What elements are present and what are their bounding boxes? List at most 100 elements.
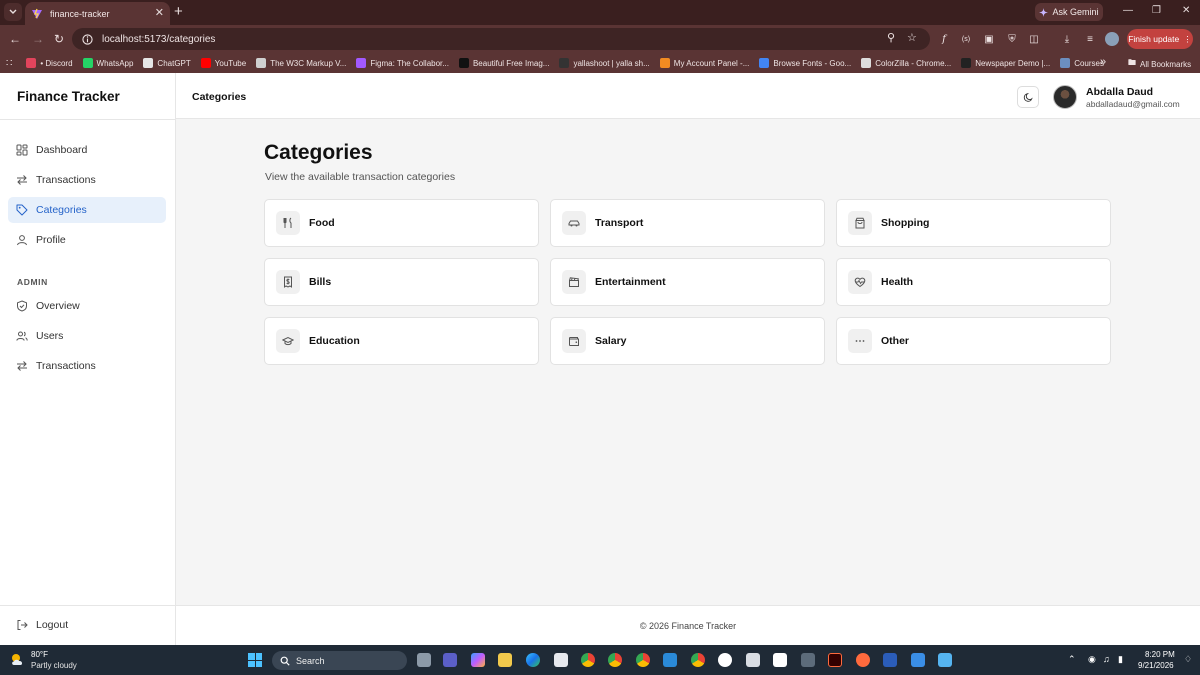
avatar[interactable] — [1053, 85, 1077, 109]
reload-icon[interactable]: ↻ — [54, 32, 64, 46]
minimize-icon[interactable]: — — [1123, 5, 1133, 17]
bookmark-item[interactable]: yallashoot | yalla sh... — [559, 58, 650, 68]
category-card-bills[interactable]: Bills — [264, 258, 539, 306]
bookmark-item[interactable]: ColorZilla - Chrome... — [861, 58, 951, 68]
category-card-shopping[interactable]: Shopping — [836, 199, 1111, 247]
taskbar-search[interactable]: Search — [272, 651, 407, 670]
forward-arrow-icon[interactable]: → — [32, 32, 44, 46]
category-card-education[interactable]: Education — [264, 317, 539, 365]
sidebar-item-profile[interactable]: Profile — [8, 227, 166, 253]
clock-time[interactable]: 8:20 PM — [1145, 650, 1175, 659]
bookmark-star-icon[interactable]: ☆ — [907, 31, 917, 44]
vscode-icon[interactable] — [663, 653, 677, 667]
category-card-food[interactable]: Food — [264, 199, 539, 247]
new-tab-button[interactable]: + — [174, 4, 183, 19]
volume-icon[interactable]: ♫ — [1103, 654, 1110, 665]
fonts-extension-icon[interactable]: f — [937, 32, 951, 46]
all-bookmarks-button[interactable]: 🖿 All Bookmarks — [1128, 57, 1191, 71]
category-label: Bills — [309, 276, 332, 288]
category-card-other[interactable]: Other — [836, 317, 1111, 365]
bookmark-label: Browse Fonts - Goo... — [773, 58, 852, 68]
extensions-puzzle-icon[interactable]: ◫ — [1027, 32, 1041, 46]
theme-toggle-button[interactable] — [1017, 86, 1039, 108]
store-icon[interactable] — [554, 653, 568, 667]
notepad-plus-icon[interactable] — [938, 653, 952, 667]
ask-gemini-button[interactable]: Ask Gemini — [1035, 3, 1103, 21]
bookmark-item[interactable]: The W3C Markup V... — [256, 58, 346, 68]
browser-tab-active[interactable]: finance-tracker ✕ — [25, 2, 170, 25]
profile-avatar-icon[interactable] — [1105, 32, 1119, 46]
clock-date[interactable]: 9/21/2026 — [1138, 661, 1174, 670]
bookmark-label: The W3C Markup V... — [270, 58, 347, 68]
address-bar[interactable]: localhost:5173/categories ⚲ ☆ — [72, 28, 930, 50]
bookmark-item[interactable]: Browse Fonts - Goo... — [759, 58, 851, 68]
sidebar-item-dashboard[interactable]: Dashboard — [8, 137, 166, 163]
bookmarks-overflow-icon[interactable]: » — [1100, 56, 1106, 68]
edge-icon[interactable] — [526, 653, 540, 667]
download-icon[interactable]: ⤓ — [1060, 32, 1074, 46]
receipt-icon — [284, 276, 292, 288]
illustrator-icon[interactable] — [828, 653, 842, 667]
finish-update-button[interactable]: Finish update ⋮ — [1127, 29, 1193, 49]
category-card-salary[interactable]: Salary — [550, 317, 825, 365]
restore-icon[interactable]: ❐ — [1152, 5, 1161, 17]
bookmark-favicon-icon — [861, 58, 872, 68]
logout-button[interactable]: Logout — [8, 612, 166, 638]
sidebar-item-categories[interactable]: Categories — [8, 197, 166, 223]
chrome-profile-2-icon[interactable] — [636, 653, 650, 667]
wifi-icon[interactable]: ◉ — [1088, 654, 1096, 665]
teams-icon[interactable] — [443, 653, 457, 667]
sidebar-item-overview[interactable]: Overview — [8, 293, 166, 319]
github-desktop-icon[interactable] — [718, 653, 732, 667]
screen-extension-icon[interactable]: ▣ — [982, 32, 996, 46]
tab-search-button[interactable] — [4, 3, 22, 21]
bookmark-item[interactable]: WhatsApp — [82, 58, 133, 68]
category-card-health[interactable]: Health — [836, 258, 1111, 306]
tray-overflow-icon[interactable]: ⌃ — [1068, 654, 1076, 665]
site-info-icon[interactable] — [82, 33, 93, 45]
copilot-icon[interactable] — [471, 653, 485, 667]
notepad-icon[interactable] — [746, 653, 760, 667]
task-view-icon[interactable] — [417, 653, 431, 667]
bookmark-item[interactable]: Figma: The Collabor... — [356, 58, 449, 68]
bookmark-item[interactable]: ChatGPT — [143, 58, 191, 68]
sidebar-divider — [0, 119, 176, 120]
bookmark-favicon-icon — [961, 58, 972, 68]
media-controls-icon[interactable]: ≡ — [1083, 32, 1097, 46]
postman-icon[interactable] — [856, 653, 870, 667]
windows-taskbar: 80°F Partly cloudy Search ⌃ ◉ ♫ ▮ 8:20 P… — [0, 645, 1200, 675]
sidebar-item-users[interactable]: Users — [8, 323, 166, 349]
notion-icon[interactable] — [773, 653, 787, 667]
word-icon[interactable] — [883, 653, 897, 667]
bookmark-item[interactable]: YouTube — [200, 58, 246, 68]
battery-icon[interactable]: ▮ — [1118, 654, 1123, 665]
paint-icon[interactable] — [911, 653, 925, 667]
settings-gear-icon[interactable] — [801, 653, 815, 667]
apps-grid-icon[interactable]: ∷ — [6, 58, 12, 69]
back-arrow-icon[interactable]: ← — [9, 32, 21, 46]
tab-close-icon[interactable]: ✕ — [155, 8, 164, 19]
bookmark-item[interactable]: Courses — [1060, 58, 1104, 68]
partly-cloudy-icon[interactable] — [10, 652, 26, 666]
bookmark-item[interactable]: Beautiful Free Imag... — [458, 58, 549, 68]
sidebar-item-admin-transactions[interactable]: Transactions — [8, 353, 166, 379]
windows-start-icon[interactable] — [248, 653, 262, 667]
category-card-entertainment[interactable]: Entertainment — [550, 258, 825, 306]
folder-icon: 🖿 — [1128, 58, 1136, 67]
shield-extension-icon[interactable]: ⛨ — [1005, 32, 1019, 46]
bookmark-item[interactable]: My Account Panel -... — [659, 58, 749, 68]
bookmark-item[interactable]: Newspaper Demo |... — [961, 58, 1050, 68]
chrome-profile-icon[interactable] — [608, 653, 622, 667]
notifications-bell-icon[interactable]: ♢ — [1184, 654, 1192, 665]
bookmark-label: ColorZilla - Chrome... — [875, 58, 952, 68]
sidebar-item-transactions[interactable]: Transactions — [8, 167, 166, 193]
extension-icon[interactable]: (s) — [959, 32, 973, 46]
category-card-transport[interactable]: Transport — [550, 199, 825, 247]
bookmark-item[interactable]: • Discord — [26, 58, 73, 68]
file-explorer-icon[interactable] — [498, 653, 512, 667]
close-window-icon[interactable]: ✕ — [1182, 5, 1190, 17]
zoom-icon[interactable]: ⚲ — [887, 31, 895, 44]
chrome-icon[interactable] — [581, 653, 595, 667]
chrome-profile-3-icon[interactable] — [691, 653, 705, 667]
wallet-icon — [568, 337, 579, 346]
